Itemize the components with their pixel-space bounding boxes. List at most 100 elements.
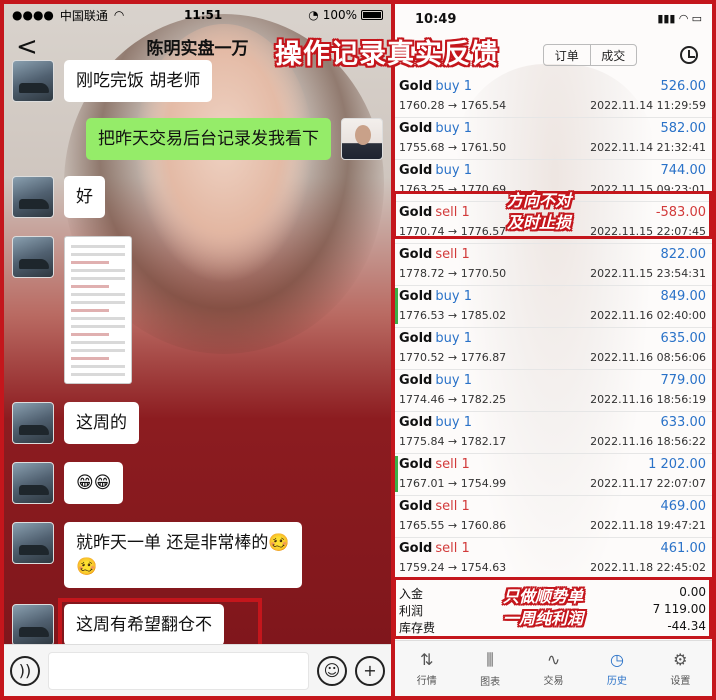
deal-time: 2022.11.16 02:40:00 xyxy=(590,309,706,322)
message-line: 就昨天一单 还是非常棒的🥴 xyxy=(76,533,290,553)
message-row: 这周的 xyxy=(12,402,139,444)
trade-icon: ∿ xyxy=(546,650,561,669)
deal-time: 2022.11.14 11:29:59 xyxy=(590,99,706,112)
chat-pane: ●●●● 中国联通 ◠ 11:51 ◔ 100% < 陈明实盘一万 刚吃完饭 胡… xyxy=(4,4,391,696)
avatar[interactable] xyxy=(12,60,54,102)
message-row-image xyxy=(12,236,132,384)
avatar[interactable] xyxy=(12,604,54,646)
deal-time: 2022.11.18 19:47:21 xyxy=(590,519,706,532)
deal-row[interactable]: Gold buy 1 1774.46 → 1782.25 779.00 2022.11.… xyxy=(395,370,712,412)
deal-profit: 526.00 xyxy=(660,79,707,94)
message-row: 好 xyxy=(12,176,105,218)
deal-prices: 1770.52 → 1776.87 xyxy=(399,351,507,364)
message-input[interactable] xyxy=(48,651,309,690)
deal-row[interactable]: Gold buy 1 1775.84 → 1782.17 633.00 2022.11.… xyxy=(395,412,712,454)
deal-side: buy 1 xyxy=(435,121,472,136)
my-avatar[interactable] xyxy=(341,118,383,160)
deal-profit: 822.00 xyxy=(660,247,707,262)
deal-side: sell 1 xyxy=(435,247,470,262)
screenshot-thumbnail[interactable] xyxy=(64,236,132,384)
annotation-line: 及时止损 xyxy=(507,213,572,232)
avatar[interactable] xyxy=(12,176,54,218)
deal-row[interactable]: Gold sell 1 1759.24 → 1754.63 461.00 2022.11… xyxy=(395,538,712,580)
deal-side: sell 1 xyxy=(435,457,470,472)
deal-time: 2022.11.16 18:56:19 xyxy=(590,393,706,406)
wifi-icon: ◠ xyxy=(113,8,125,22)
deal-profit: 1 202.00 xyxy=(648,457,706,472)
bottom-tab-bar: ⇅ 行情 ⫼ 图表 ∿ 交易 ◷ 历史 ⚙ 设置 xyxy=(395,640,712,696)
deal-side: buy 1 xyxy=(435,415,472,430)
emoji-icon[interactable]: ☺ xyxy=(317,655,347,686)
tab-chart[interactable]: ⫼ 图表 xyxy=(458,641,521,696)
deal-prices: 1760.28 → 1765.54 xyxy=(399,99,507,112)
deal-prices: 1765.55 → 1760.86 xyxy=(399,519,507,532)
deal-time: 2022.11.15 23:54:31 xyxy=(590,267,706,280)
deal-row[interactable]: Gold sell 1 1767.01 → 1754.99 1 202.00 2022.… xyxy=(395,454,712,496)
status-time: 11:51 xyxy=(184,8,223,22)
battery-percent: 100% xyxy=(322,8,357,22)
tab-deals[interactable]: 成交 xyxy=(591,45,637,65)
status-bar: ●●●● 中国联通 ◠ 11:51 ◔ 100% xyxy=(4,4,391,26)
tab-label: 历史 xyxy=(606,676,627,687)
deal-symbol: Gold buy 1 xyxy=(399,79,472,94)
deal-side: buy 1 xyxy=(435,289,472,304)
avatar[interactable] xyxy=(12,236,54,278)
tab-history[interactable]: ◷ 历史 xyxy=(585,641,648,696)
deal-row[interactable]: Gold buy 1 1760.28 → 1765.54 526.00 2022.11.… xyxy=(395,76,712,118)
deal-row[interactable]: Gold sell 1 1765.55 → 1760.86 469.00 2022.11… xyxy=(395,496,712,538)
symbol-label: Gold xyxy=(399,457,433,472)
pane-divider xyxy=(391,0,395,700)
highlight-box xyxy=(58,598,262,648)
message-bubble-me: 把昨天交易后台记录发我看下 xyxy=(86,118,331,160)
annotation-sell: 方向不对 及时止损 xyxy=(507,190,571,234)
clock-icon[interactable] xyxy=(680,46,698,64)
avatar[interactable] xyxy=(12,462,54,504)
deal-profit: 461.00 xyxy=(660,541,707,556)
deal-symbol: Gold buy 1 xyxy=(399,331,472,346)
message-bubble: 好 xyxy=(64,176,105,218)
deal-symbol: Gold buy 1 xyxy=(399,373,472,388)
deal-row[interactable]: Gold buy 1 1776.53 → 1785.02 849.00 2022.11.… xyxy=(395,286,712,328)
deal-marker xyxy=(395,456,398,492)
symbol-label: Gold xyxy=(399,247,433,262)
back-icon[interactable]: < xyxy=(16,32,38,62)
deal-row[interactable]: Gold buy 1 1770.52 → 1776.87 635.00 2022.11.… xyxy=(395,328,712,370)
deal-profit: 635.00 xyxy=(660,331,707,346)
deal-side: sell 1 xyxy=(435,541,470,556)
deal-time: 2022.11.14 21:32:41 xyxy=(590,141,706,154)
deal-row[interactable]: Gold buy 1 1755.68 → 1761.50 582.00 2022.11.… xyxy=(395,118,712,160)
deal-symbol: Gold sell 1 xyxy=(399,541,470,556)
tab-label: 行情 xyxy=(416,676,437,687)
tab-trade[interactable]: ∿ 交易 xyxy=(522,641,585,696)
annotation-line: 方向不对 xyxy=(507,191,572,210)
avatar[interactable] xyxy=(12,402,54,444)
symbol-label: Gold xyxy=(399,499,433,514)
symbol-label: Gold xyxy=(399,79,433,94)
deal-row[interactable]: Gold sell 1 1778.72 → 1770.50 822.00 2022.11… xyxy=(395,244,712,286)
deal-marker xyxy=(395,288,398,324)
plus-icon[interactable]: + xyxy=(355,655,385,686)
trade-history-pane: 10:49 ▮▮▮ ◠ ▭ 订单 成交 Gold buy 1 1760.28 → 1… xyxy=(395,4,712,696)
symbol-label: Gold xyxy=(399,121,433,136)
battery-icon xyxy=(361,10,383,20)
symbol-label: Gold xyxy=(399,541,433,556)
tab-quotes[interactable]: ⇅ 行情 xyxy=(395,641,458,696)
symbol-label: Gold xyxy=(399,163,433,178)
tab-orders[interactable]: 订单 xyxy=(544,45,591,65)
deal-time: 2022.11.18 22:45:02 xyxy=(590,561,706,574)
voice-icon[interactable]: )) xyxy=(10,655,40,686)
deal-side: buy 1 xyxy=(435,163,472,178)
avatar[interactable] xyxy=(12,522,54,564)
deal-side: buy 1 xyxy=(435,373,472,388)
deal-symbol: Gold sell 1 xyxy=(399,247,470,262)
tab-settings[interactable]: ⚙ 设置 xyxy=(649,641,712,696)
deal-symbol: Gold buy 1 xyxy=(399,121,472,136)
chat-title: 陈明实盘一万 xyxy=(146,38,249,59)
message-row: 😁😁 xyxy=(12,462,124,504)
deal-profit: 744.00 xyxy=(660,163,707,178)
overlay-title: 操作记录真实反馈 xyxy=(275,39,499,70)
deal-side: sell 1 xyxy=(435,499,470,514)
quotes-icon: ⇅ xyxy=(420,650,434,669)
message-row: 就昨天一单 还是非常棒的🥴 🥴 xyxy=(12,522,302,588)
deal-symbol: Gold sell 1 xyxy=(399,499,470,514)
